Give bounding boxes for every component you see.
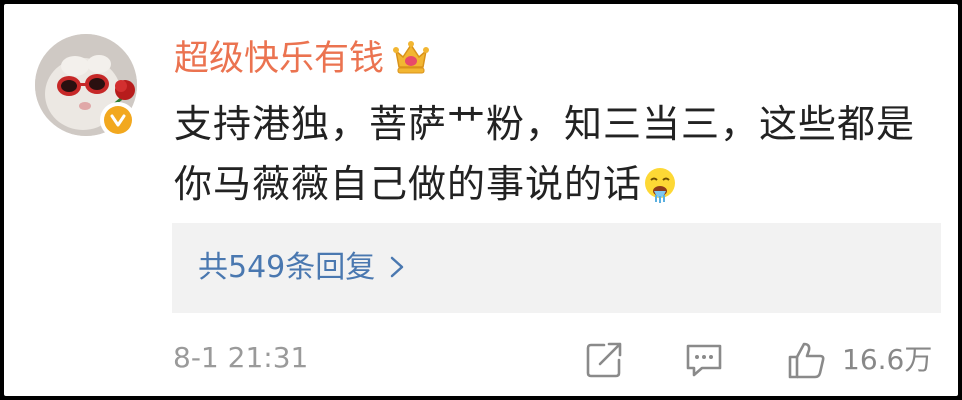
comment-text: 支持港独，菩萨艹粉，知三当三，这些都是你马薇薇自己做的事说的话 [174,102,916,206]
share-icon[interactable] [582,338,626,382]
verified-badge-icon [100,102,136,138]
comment-timestamp: 8-1 21:31 [173,341,309,374]
view-replies-link[interactable]: 共549条回复 [198,243,405,293]
vomit-emoji-icon [642,160,678,203]
chevron-right-icon [389,245,405,278]
like-icon[interactable] [784,338,828,382]
crown-icon[interactable] [391,37,431,77]
comment-card: 超级快乐有钱 支持港独，菩萨艹粉，知三当三，这些都是你马薇薇自己做的事说的话 共… [0,0,962,400]
comment-body: 支持港独，菩萨艹粉，知三当三，这些都是你马薇薇自己做的事说的话 [174,94,949,214]
replies-count-label: 共549条回复 [198,250,376,285]
comment-icon[interactable] [682,338,726,382]
comment-author[interactable]: 超级快乐有钱 [174,34,384,84]
like-count: 16.6万 [842,343,933,376]
replies-panel[interactable]: 共549条回复 [172,223,941,313]
